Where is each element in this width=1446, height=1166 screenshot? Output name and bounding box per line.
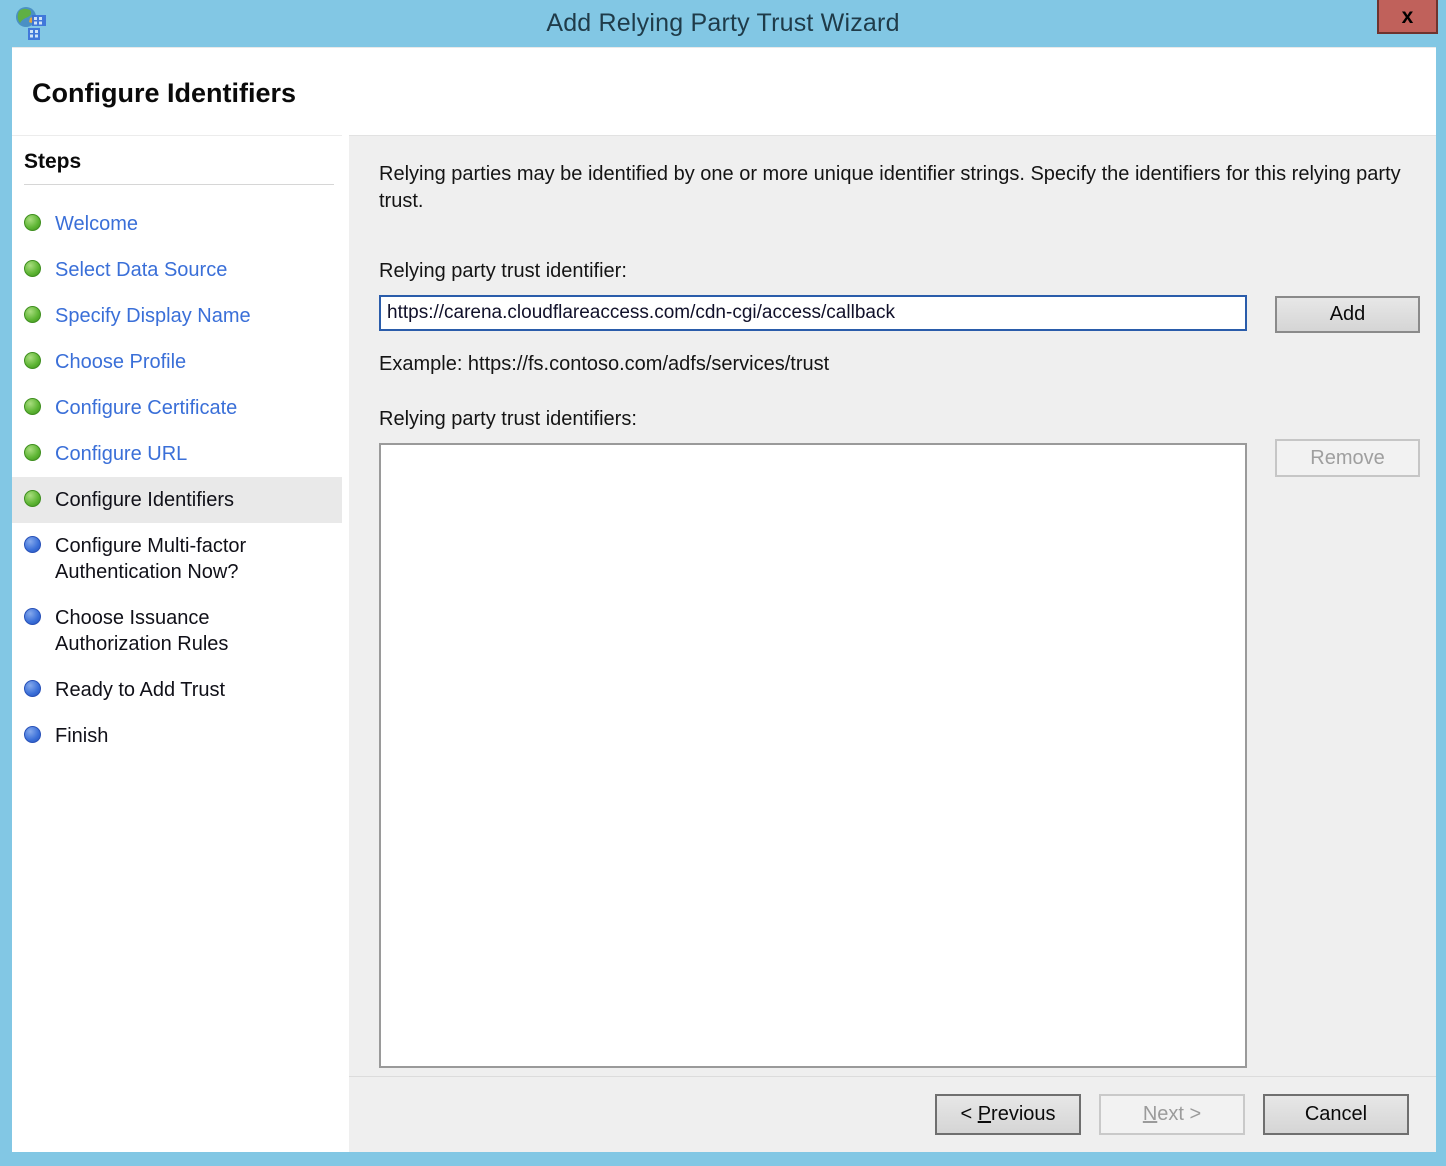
step-complete-icon xyxy=(24,352,41,369)
close-icon: x xyxy=(1402,6,1414,27)
identifier-field-label: Relying party trust identifier: xyxy=(379,260,1436,283)
identifiers-listbox[interactable] xyxy=(379,443,1247,1068)
cancel-button[interactable]: Cancel xyxy=(1263,1094,1409,1135)
next-button[interactable]: Next > xyxy=(1099,1094,1245,1135)
step-pending-icon xyxy=(24,608,41,625)
step-label: Select Data Source xyxy=(55,257,227,283)
step-label: Choose Issuance Authorization Rules xyxy=(55,605,305,657)
step-pending-icon xyxy=(24,726,41,743)
steps-sidebar: Steps Welcome Select Data Source Specify D… xyxy=(12,135,342,1152)
adfs-app-icon xyxy=(12,5,50,43)
sidebar-step-configure-certificate[interactable]: Configure Certificate xyxy=(12,385,342,431)
step-pending-icon xyxy=(24,536,41,553)
main-panel: Relying parties may be identified by one… xyxy=(349,135,1436,1076)
identifiers-list-label: Relying party trust identifiers: xyxy=(379,408,1436,431)
close-button[interactable]: x xyxy=(1377,0,1438,34)
page-title: Configure Identifiers xyxy=(32,78,1436,109)
steps-heading: Steps xyxy=(24,150,334,185)
remove-button[interactable]: Remove xyxy=(1275,439,1420,477)
sidebar-step-select-data-source[interactable]: Select Data Source xyxy=(12,247,342,293)
sidebar-step-ready-to-add-trust: Ready to Add Trust xyxy=(12,667,342,713)
step-label: Ready to Add Trust xyxy=(55,677,225,703)
step-label: Configure URL xyxy=(55,441,187,467)
step-complete-icon xyxy=(24,398,41,415)
sidebar-step-choose-issuance-authorization-rules: Choose Issuance Authorization Rules xyxy=(12,595,342,667)
sidebar-step-configure-identifiers: Configure Identifiers xyxy=(12,477,342,523)
sidebar-step-configure-url[interactable]: Configure URL xyxy=(12,431,342,477)
add-button[interactable]: Add xyxy=(1275,296,1420,333)
step-label: Configure Multi-factor Authentication No… xyxy=(55,533,305,585)
steps-list: Welcome Select Data Source Specify Display… xyxy=(12,185,342,759)
sidebar-step-specify-display-name[interactable]: Specify Display Name xyxy=(12,293,342,339)
step-complete-icon xyxy=(24,214,41,231)
page-description: Relying parties may be identified by one… xyxy=(379,161,1414,215)
step-label: Choose Profile xyxy=(55,349,186,375)
window-title: Add Relying Party Trust Wizard xyxy=(546,9,899,38)
footer-bar: < Previous Next > Cancel xyxy=(349,1076,1436,1152)
step-complete-icon xyxy=(24,490,41,507)
step-label: Welcome xyxy=(55,211,138,237)
step-label: Configure Identifiers xyxy=(55,487,234,513)
step-complete-icon xyxy=(24,444,41,461)
step-complete-icon xyxy=(24,306,41,323)
step-label: Configure Certificate xyxy=(55,395,237,421)
sidebar-step-choose-profile[interactable]: Choose Profile xyxy=(12,339,342,385)
step-pending-icon xyxy=(24,680,41,697)
sidebar-step-welcome[interactable]: Welcome xyxy=(12,201,342,247)
sidebar-step-finish: Finish xyxy=(12,713,342,759)
step-complete-icon xyxy=(24,260,41,277)
previous-button[interactable]: < Previous xyxy=(935,1094,1081,1135)
identifier-input[interactable] xyxy=(379,295,1247,331)
title-bar: Add Relying Party Trust Wizard x xyxy=(0,0,1446,47)
main-panel-wrap: Relying parties may be identified by one… xyxy=(342,135,1436,1152)
wizard-window: Add Relying Party Trust Wizard x Configu… xyxy=(0,0,1446,1166)
wizard-dialog: Configure Identifiers Steps Welcome Selec… xyxy=(12,47,1436,1152)
page-header: Configure Identifiers xyxy=(12,47,1436,135)
step-label: Specify Display Name xyxy=(55,303,251,329)
step-label: Finish xyxy=(55,723,108,749)
example-text: Example: https://fs.contoso.com/adfs/ser… xyxy=(379,353,1436,376)
sidebar-step-configure-multi-factor-authentication-now: Configure Multi-factor Authentication No… xyxy=(12,523,342,595)
